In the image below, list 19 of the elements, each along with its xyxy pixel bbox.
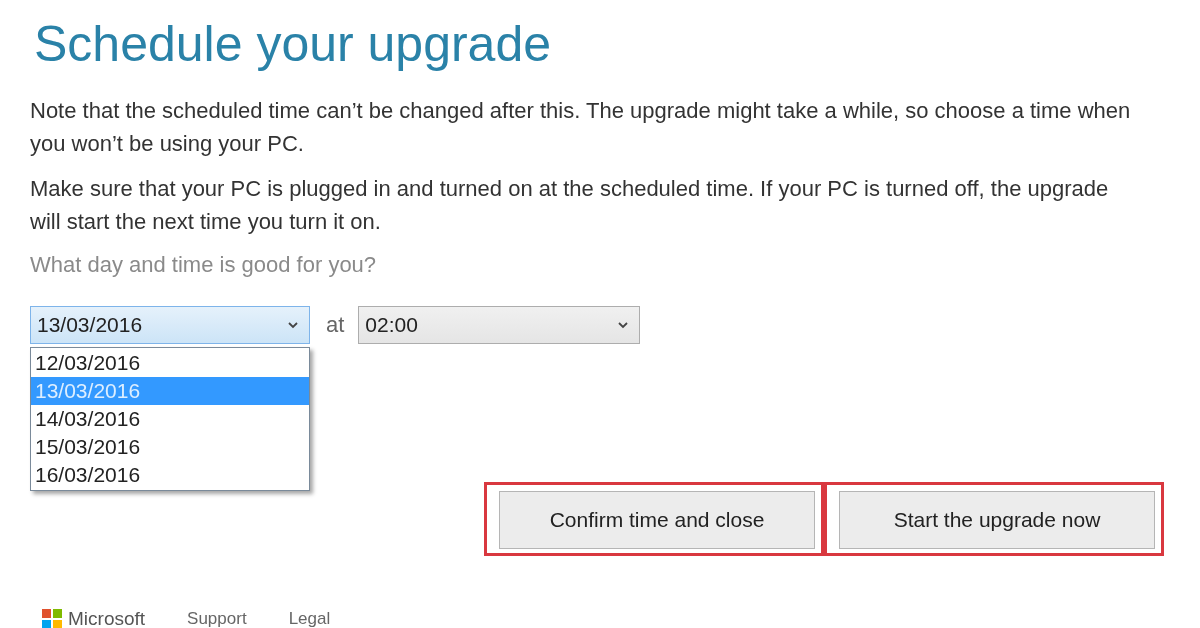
footer-link[interactable]: Support bbox=[187, 609, 247, 628]
logo-text: Microsoft bbox=[68, 608, 146, 628]
dropdown-option[interactable]: 16/03/2016 bbox=[31, 461, 309, 489]
paragraph: Make sure that your PC is plugged in and turned on at the scheduled time. If your PC is turned off, the upgrade will start the next time you turn it on. bbox=[30, 175, 1110, 236]
dropdown[interactable]: 13/03/2016 bbox=[30, 306, 310, 344]
dropdown[interactable]: 02:00 bbox=[358, 306, 641, 344]
four-squares-icon bbox=[42, 609, 62, 628]
footer-link[interactable]: Legal bbox=[288, 609, 331, 628]
dropdown-option[interactable]: 15/03/2016 bbox=[31, 433, 309, 461]
action-button[interactable]: Confirm time and close bbox=[499, 491, 815, 549]
chevron-down-icon bbox=[287, 321, 299, 329]
dropdown-option[interactable]: 12/03/2016 bbox=[31, 349, 309, 377]
question-label: What day and time is good for you? bbox=[30, 252, 378, 278]
dropdown-option[interactable]: 14/03/2016 bbox=[31, 405, 309, 433]
page-title: Schedule your upgrade bbox=[34, 15, 553, 74]
paragraph: Note that the scheduled time can’t be changed after this. The upgrade might take a while, so choose a time when you won’t be using your PC. bbox=[30, 97, 1132, 158]
action-button[interactable]: Start the upgrade now bbox=[839, 491, 1155, 549]
chevron-down-icon bbox=[617, 321, 630, 329]
at-label: at bbox=[326, 312, 345, 338]
